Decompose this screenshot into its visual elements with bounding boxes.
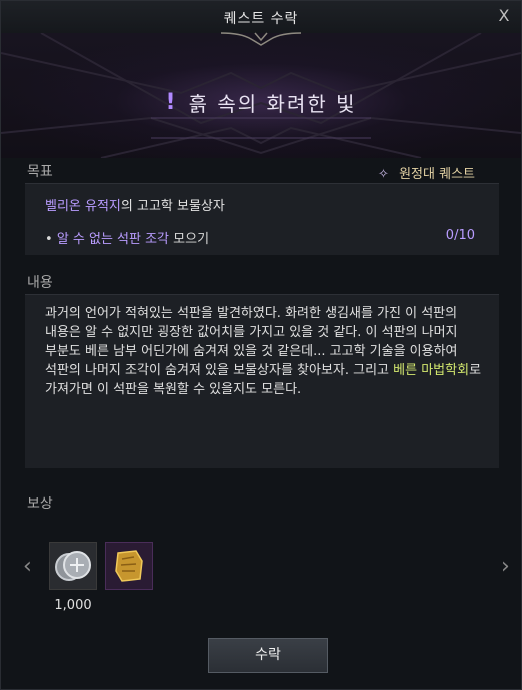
objective-target: 벨리온 유적지의 고고학 보물상자 bbox=[45, 195, 225, 214]
reward-prev-arrow[interactable]: ‹ bbox=[23, 554, 32, 579]
objective-location: 벨리온 유적지 bbox=[45, 199, 121, 214]
silver-coin-icon bbox=[55, 551, 91, 581]
objective-action: 모으기 bbox=[169, 232, 210, 247]
quest-accept-window: 퀘스트 수락 X ! 흙 속의 화려한 빛 목표 ✧ 원정대 퀘스트 벨리온 유… bbox=[0, 0, 522, 690]
gold-relic-icon bbox=[115, 550, 143, 582]
objective-item: 알 수 없는 석판 조각 bbox=[56, 232, 170, 247]
objective-bullet: • bbox=[45, 232, 53, 247]
quest-exclamation-icon: ! bbox=[165, 90, 176, 115]
quest-type: ✧ 원정대 퀘스트 bbox=[378, 163, 475, 182]
reward-slot-silver[interactable] bbox=[49, 542, 97, 590]
reward-next-arrow[interactable]: › bbox=[501, 554, 510, 579]
objective-task: • 알 수 없는 석판 조각 모으기 bbox=[45, 228, 209, 247]
quest-banner: ! 흙 속의 화려한 빛 bbox=[1, 33, 521, 158]
content-text: 과거의 언어가 적혀있는 석판을 발견하였다. 화려한 생김새를 가진 이 석판… bbox=[45, 304, 485, 399]
reward-silver-count: 1,000 bbox=[54, 598, 92, 613]
objective-panel: 벨리온 유적지의 고고학 보물상자 • 알 수 없는 석판 조각 모으기 0/1… bbox=[25, 183, 499, 255]
quest-title-row: ! 흙 속의 화려한 빛 bbox=[1, 88, 521, 117]
objective-label: 목표 bbox=[27, 164, 53, 180]
reward-slot-relic[interactable] bbox=[105, 542, 153, 590]
expedition-icon: ✧ bbox=[378, 167, 389, 182]
content-highlight: 베른 마법학회 bbox=[393, 363, 470, 378]
quest-type-label: 원정대 퀘스트 bbox=[399, 167, 475, 182]
content-label: 내용 bbox=[27, 275, 53, 291]
window-title: 퀘스트 수락 bbox=[223, 11, 299, 27]
content-panel: 과거의 언어가 적혀있는 석판을 발견하였다. 화려한 생김새를 가진 이 석판… bbox=[25, 294, 499, 468]
objective-target-suffix: 의 고고학 보물상자 bbox=[120, 199, 225, 214]
objective-progress: 0/10 bbox=[445, 228, 475, 243]
quest-title: 흙 속의 화려한 빛 bbox=[188, 92, 357, 116]
accept-button[interactable]: 수락 bbox=[208, 638, 328, 673]
title-ornament-icon bbox=[221, 32, 301, 46]
reward-label: 보상 bbox=[27, 496, 53, 512]
close-button[interactable]: X bbox=[495, 7, 513, 25]
